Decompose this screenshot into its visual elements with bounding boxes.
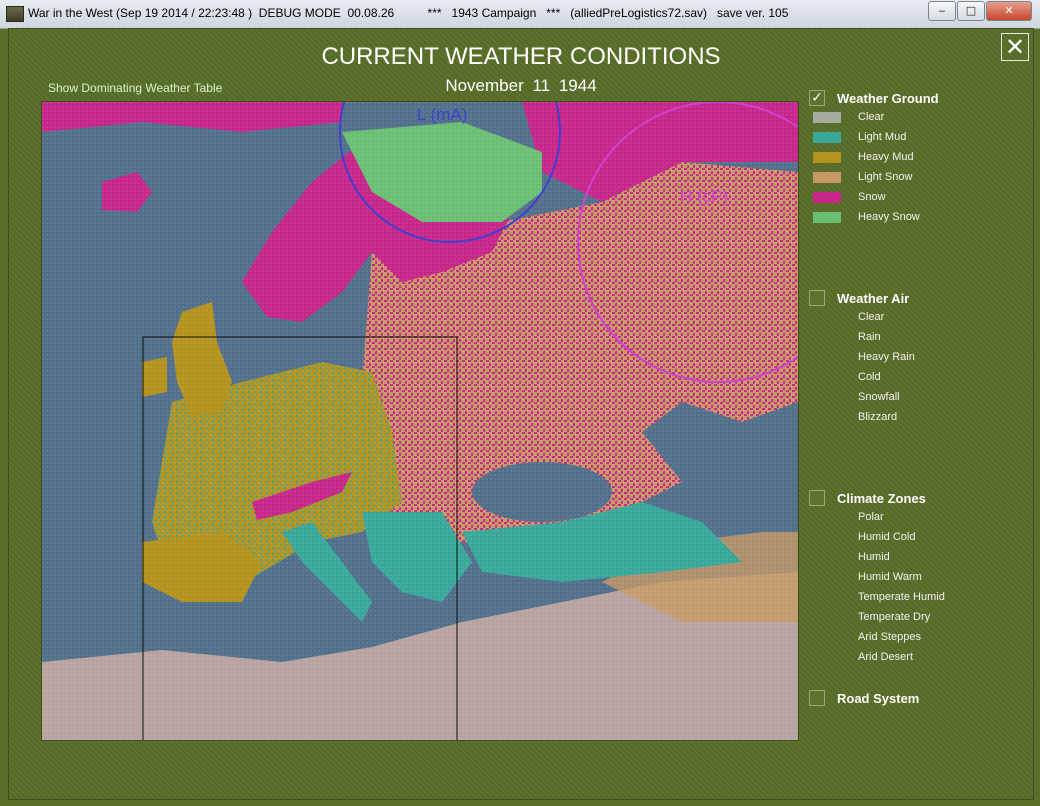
legend-item-label: Arid Desert: [858, 651, 914, 663]
legend-item: Clear: [813, 109, 884, 125]
legend-item: Clear: [813, 309, 884, 325]
map-canvas: L (mA) H (cP): [42, 102, 798, 740]
heavy-snow-swatch: [813, 211, 841, 223]
legend-item-label: Rain: [858, 331, 881, 343]
legend-item-label: Temperate Humid: [858, 591, 945, 603]
legend-item: Arid Steppes: [813, 629, 921, 645]
climate-zones-checkbox[interactable]: [809, 490, 825, 506]
legend-item: Arid Desert: [813, 649, 913, 665]
low-pressure-label: L (mA): [417, 105, 467, 124]
legend-item: Heavy Mud: [813, 149, 914, 165]
legend-item-label: Temperate Dry: [858, 611, 931, 623]
legend-item: Light Mud: [813, 129, 906, 145]
legend-item-label: Heavy Snow: [858, 211, 920, 223]
minimize-button[interactable]: ‒: [928, 1, 956, 21]
legend-item-label: Humid: [858, 551, 890, 563]
climate-zones-label: Climate Zones: [837, 490, 926, 506]
weather-map[interactable]: L (mA) H (cP): [41, 101, 799, 741]
close-screen-button[interactable]: ✕: [1001, 33, 1029, 61]
maximize-button[interactable]: □: [957, 1, 985, 21]
legend-item-label: Clear: [858, 111, 885, 123]
legend-item-label: Clear: [858, 311, 885, 323]
legend-item-label: Snow: [858, 191, 886, 203]
legend-item: Heavy Rain: [813, 349, 915, 365]
legend-item: Rain: [813, 329, 881, 345]
road-system-label: Road System: [837, 690, 920, 706]
legend-item-label: Polar: [858, 511, 884, 523]
window-controls: ‒ □ ✕: [927, 1, 1032, 21]
legend-item: Cold: [813, 369, 881, 385]
legend-item-label: Blizzard: [858, 411, 898, 423]
light-mud-swatch: [813, 131, 841, 143]
legend-item-label: Snowfall: [858, 391, 900, 403]
weather-panel: CURRENT WEATHER CONDITIONS November 11 1…: [8, 28, 1034, 800]
heavy-mud-swatch: [813, 151, 841, 163]
legend-item-label: Humid Warm: [858, 571, 922, 583]
legend-item: Humid Cold: [813, 529, 915, 545]
snow-swatch: [813, 191, 841, 203]
legend-item-label: Heavy Rain: [858, 351, 915, 363]
page-title: CURRENT WEATHER CONDITIONS: [321, 43, 721, 70]
legend-item: Snow: [813, 189, 886, 205]
climate-zones-toggle[interactable]: Climate Zones: [809, 489, 926, 507]
legend-item: Temperate Dry: [813, 609, 930, 625]
window-close-button[interactable]: ✕: [986, 1, 1032, 21]
dominating-weather-link[interactable]: Show Dominating Weather Table: [48, 81, 222, 95]
light-snow-swatch: [813, 171, 841, 183]
legend-item: Temperate Humid: [813, 589, 945, 605]
legend-item: Snowfall: [813, 389, 900, 405]
window-title: War in the West (Sep 19 2014 / 22:23:48 …: [28, 6, 789, 20]
legend-item: Humid Warm: [813, 569, 922, 585]
legend-item: Blizzard: [813, 409, 897, 425]
weather-air-checkbox[interactable]: [809, 290, 825, 306]
app-icon: [6, 6, 24, 22]
legend-item-label: Humid Cold: [858, 531, 916, 543]
legend-item-label: Arid Steppes: [858, 631, 921, 643]
weather-ground-checkbox[interactable]: ✓: [809, 90, 825, 106]
clear-swatch: [813, 111, 841, 123]
road-system-checkbox[interactable]: [809, 690, 825, 706]
weather-air-toggle[interactable]: Weather Air: [809, 289, 909, 307]
weather-ground-toggle[interactable]: ✓ Weather Ground: [809, 89, 939, 107]
window-titlebar: War in the West (Sep 19 2014 / 22:23:48 …: [0, 0, 1040, 29]
legend-item-label: Cold: [858, 371, 881, 383]
road-system-toggle[interactable]: Road System: [809, 689, 919, 707]
weather-ground-label: Weather Ground: [837, 90, 939, 106]
legend-item-label: Heavy Mud: [858, 151, 914, 163]
legend-item: Polar: [813, 509, 884, 525]
weather-air-label: Weather Air: [837, 290, 910, 306]
legend-item-label: Light Snow: [858, 171, 913, 183]
legend-item-label: Light Mud: [858, 131, 907, 143]
legend-item: Humid: [813, 549, 890, 565]
legend-item: Heavy Snow: [813, 209, 920, 225]
legend-item: Light Snow: [813, 169, 912, 185]
high-pressure-label: H (cP): [680, 187, 728, 206]
